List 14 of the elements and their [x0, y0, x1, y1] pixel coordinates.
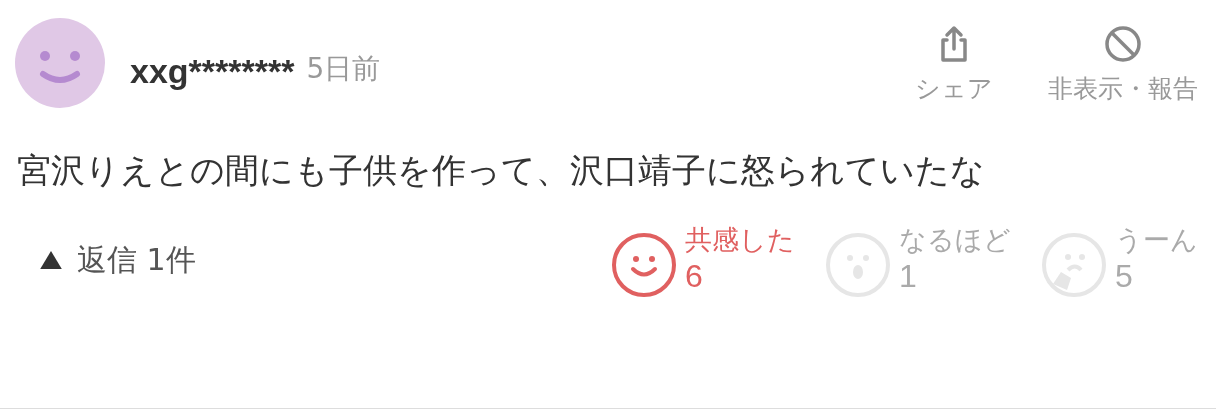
smile-icon [611, 232, 677, 298]
surprised-face-icon [825, 232, 891, 298]
user-name: xxg******** [130, 52, 295, 91]
reaction-button[interactable]: 共感した 6 [611, 222, 795, 298]
share-button[interactable]: シェア [915, 24, 993, 105]
report-button[interactable]: 非表示・報告 [1048, 24, 1198, 105]
reaction-button[interactable]: うーん 5 [1041, 222, 1198, 298]
avatar-icon [15, 18, 105, 108]
comment-text: 宮沢りえとの間にも子供を作って、沢口靖子に怒られていたな [17, 149, 986, 192]
thinking-face-icon [1041, 232, 1107, 298]
reaction-button[interactable]: なるほど 1 [825, 222, 1011, 298]
block-icon [1103, 24, 1143, 64]
replies-toggle[interactable]: 返信 1件 [39, 239, 196, 281]
post-time: 5日前 [306, 51, 381, 87]
